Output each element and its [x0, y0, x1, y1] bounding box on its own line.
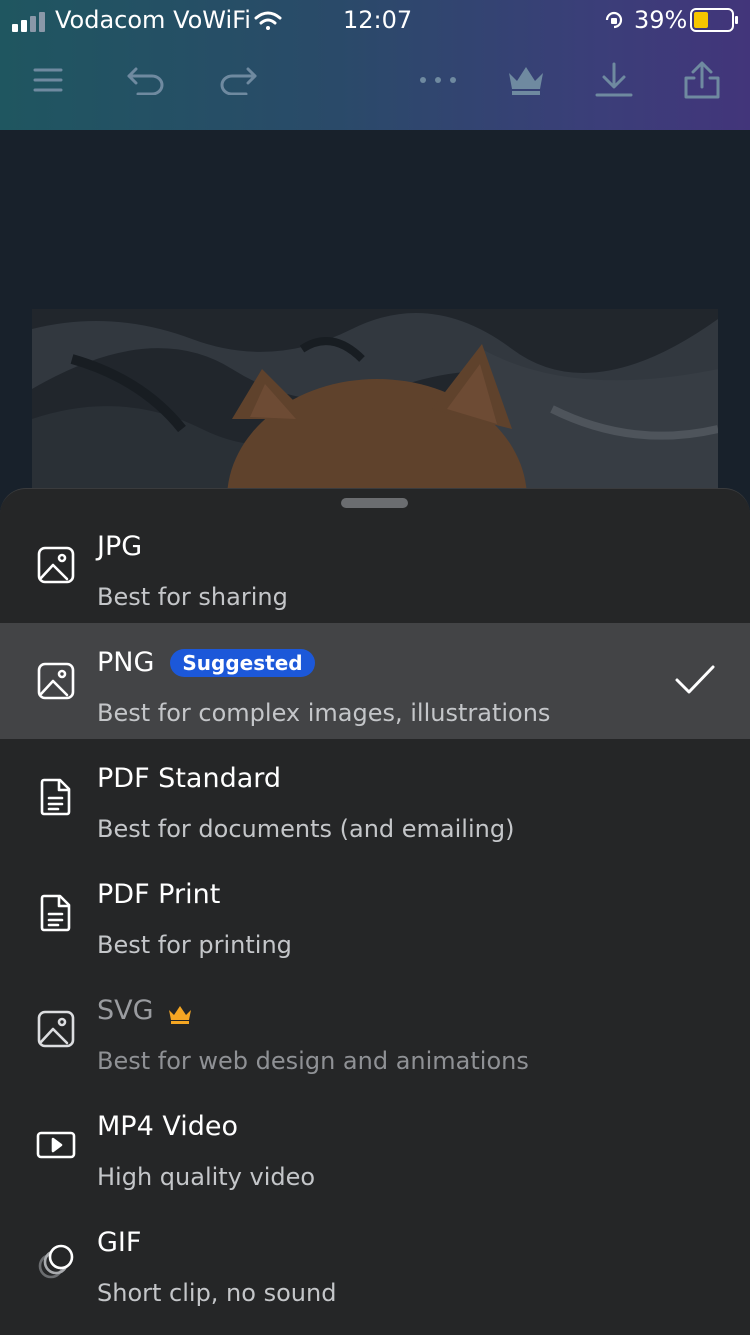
- battery-icon: [690, 8, 740, 32]
- crown-icon[interactable]: [496, 50, 556, 110]
- option-jpg[interactable]: JPG Best for sharing: [0, 507, 750, 623]
- option-title-row: PNG Suggested: [97, 647, 315, 678]
- option-subtitle: High quality video: [97, 1163, 316, 1191]
- carrier-label: Vodacom VoWiFi: [55, 6, 251, 34]
- signal-icon: [12, 10, 48, 32]
- document-icon: [36, 777, 76, 817]
- more-icon[interactable]: [408, 50, 468, 110]
- option-pdf-standard[interactable]: PDF Standard Best for documents (and ema…: [0, 739, 750, 855]
- battery-percent: 39%: [634, 6, 688, 34]
- option-title: MP4 Video: [97, 1111, 238, 1142]
- clock: 12:07: [343, 6, 413, 34]
- option-title: PNG: [97, 647, 155, 678]
- design-photo[interactable]: [32, 309, 718, 499]
- document-icon: [36, 893, 76, 933]
- share-icon[interactable]: [672, 50, 732, 110]
- premium-crown-icon: [168, 1001, 192, 1024]
- option-subtitle: Best for web design and animations: [97, 1047, 529, 1075]
- image-icon: [36, 661, 76, 701]
- download-icon[interactable]: [584, 50, 644, 110]
- checkmark-icon: [674, 663, 716, 697]
- option-png[interactable]: PNG Suggested Best for complex images, i…: [0, 623, 750, 739]
- option-subtitle: Short clip, no sound: [97, 1279, 337, 1307]
- option-subtitle: Best for printing: [97, 931, 292, 959]
- option-pdf-print[interactable]: PDF Print Best for printing: [0, 855, 750, 971]
- rotation-lock-icon: [603, 9, 625, 31]
- option-title: GIF: [97, 1227, 142, 1258]
- option-mp4-video[interactable]: MP4 Video High quality video: [0, 1087, 750, 1203]
- top-bar: Vodacom VoWiFi 12:07 39%: [0, 0, 750, 130]
- option-svg[interactable]: SVG Best for web design and animations: [0, 971, 750, 1087]
- option-gif[interactable]: GIF Short clip, no sound: [0, 1203, 750, 1319]
- image-icon: [36, 545, 76, 585]
- redo-icon[interactable]: [208, 50, 268, 110]
- option-subtitle: Best for sharing: [97, 583, 288, 611]
- video-icon: [36, 1125, 76, 1165]
- editor-toolbar: [0, 50, 750, 110]
- image-icon: [36, 1009, 76, 1049]
- option-title-row: SVG: [97, 995, 192, 1026]
- gif-icon: [36, 1241, 76, 1281]
- option-subtitle: Best for complex images, illustrations: [97, 699, 551, 727]
- option-title: PDF Standard: [97, 763, 282, 794]
- undo-icon[interactable]: [116, 50, 176, 110]
- wifi-icon: [254, 10, 282, 32]
- option-title: SVG: [97, 995, 154, 1026]
- status-bar: Vodacom VoWiFi 12:07 39%: [0, 0, 750, 40]
- export-format-sheet: JPG Best for sharing PNG Suggested Best …: [0, 488, 750, 1335]
- option-title: JPG: [97, 531, 143, 562]
- suggested-badge: Suggested: [170, 648, 315, 677]
- option-subtitle: Best for documents (and emailing): [97, 815, 515, 843]
- option-title: PDF Print: [97, 879, 221, 910]
- menu-icon[interactable]: [18, 50, 78, 110]
